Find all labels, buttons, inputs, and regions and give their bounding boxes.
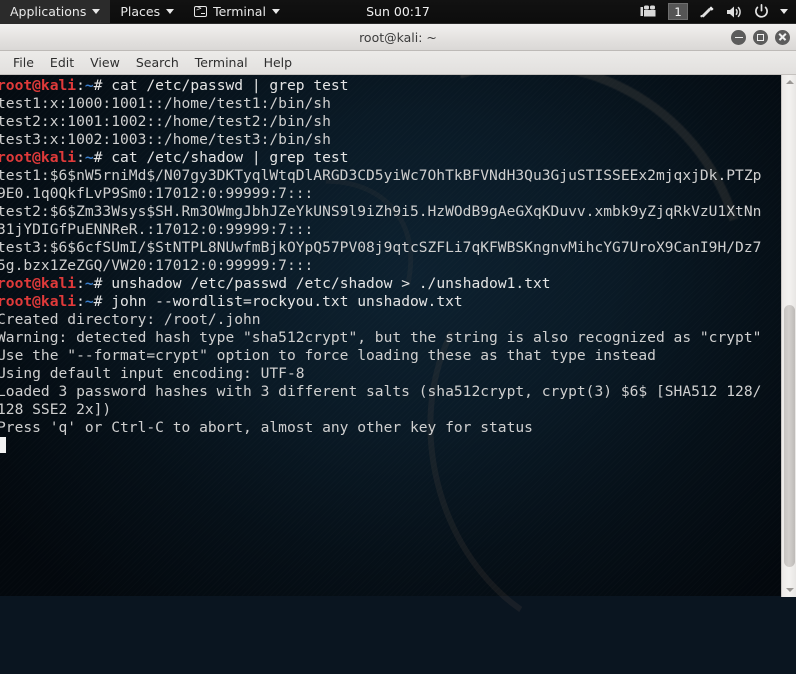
terminal-menu[interactable]: Terminal (184, 0, 290, 24)
terminal-output-line: 128 SSE2 2x]) (0, 401, 787, 419)
menu-help[interactable]: Help (256, 52, 301, 73)
terminal-body[interactable]: root@kali:~# cat /etc/passwd | grep test… (0, 75, 796, 597)
terminal-command: cat /etc/passwd | grep test (102, 77, 349, 94)
network-icon[interactable] (699, 5, 715, 19)
menu-view[interactable]: View (82, 52, 128, 73)
menu-search[interactable]: Search (128, 52, 187, 73)
volume-icon[interactable] (726, 5, 743, 19)
chevron-down-icon (92, 9, 101, 14)
prompt-path: ~ (84, 293, 94, 310)
terminal-output-text: Created directory: /root/.john (0, 311, 261, 328)
prompt-user-host: root@kali (0, 149, 77, 166)
terminal-prompt-line: root@kali:~# cat /etc/passwd | grep test (0, 77, 787, 95)
maximize-button[interactable] (753, 29, 768, 45)
applications-menu-label: Applications (10, 4, 87, 19)
chevron-down-icon (166, 9, 175, 14)
prompt-colon: : (76, 293, 85, 310)
terminal-menu-label: Terminal (213, 4, 266, 19)
terminal-command: john --wordlist=rockyou.txt unshadow.txt (102, 293, 463, 310)
terminal-output-text: test2:$6$Zm33Wsys$SH.Rm3OWmgJbhJZeYkUNS9… (0, 203, 762, 220)
window-titlebar[interactable]: root@kali: ~ (0, 24, 796, 51)
terminal-output-line: test3:x:1002:1003::/home/test3:/bin/sh (0, 131, 787, 149)
prompt-user-host: root@kali (0, 77, 77, 94)
terminal-output-line: test2:$6$Zm33Wsys$SH.Rm3OWmgJbhJZeYkUNS9… (0, 203, 787, 221)
menu-file[interactable]: File (5, 52, 42, 73)
terminal-output-text: 128 SSE2 2x]) (0, 401, 112, 418)
terminal-output-text: test3:$6$6cfSUmI/$StNTPL8NUwfmBjkOYpQ57P… (0, 239, 762, 256)
terminal-output-text: Loaded 3 password hashes with 3 differen… (0, 383, 762, 400)
window-controls (731, 24, 790, 50)
screen-recorder-icon[interactable] (640, 5, 657, 18)
terminal-output-text: Warning: detected hash type "sha512crypt… (0, 329, 762, 346)
terminal-prompt-line: root@kali:~# cat /etc/shadow | grep test (0, 149, 787, 167)
terminal-output-line: Use the "--format=crypt" option to force… (0, 347, 787, 365)
terminal-output-text: Using default input encoding: UTF-8 (0, 365, 305, 382)
terminal-output-line: Warning: detected hash type "sha512crypt… (0, 329, 787, 347)
terminal-output-line: 5g.bzx1ZeZGQ/VW20:17012:0:99999:7::: (0, 257, 787, 275)
terminal-command: cat /etc/shadow | grep test (102, 149, 349, 166)
terminal-output-text: 31jYDIGfPuENNReR.:17012:0:99999:7::: (0, 221, 314, 238)
terminal-output-line: 9E0.1q0QkfLvP9Sm0:17012:0:99999:7::: (0, 185, 787, 203)
menubar: File Edit View Search Terminal Help (0, 51, 796, 75)
terminal-prompt-line: root@kali:~# unshadow /etc/passwd /etc/s… (0, 275, 787, 293)
terminal-output-text: test2:x:1001:1002::/home/test2:/bin/sh (0, 113, 331, 130)
chevron-up-icon (785, 80, 794, 84)
terminal-output-line: 31jYDIGfPuENNReR.:17012:0:99999:7::: (0, 221, 787, 239)
terminal-output-line: Using default input encoding: UTF-8 (0, 365, 787, 383)
terminal-output-text: 9E0.1q0QkfLvP9Sm0:17012:0:99999:7::: (0, 185, 314, 202)
terminal-prompt-line: root@kali:~# john --wordlist=rockyou.txt… (0, 293, 787, 311)
terminal-scrollbar[interactable] (781, 75, 796, 597)
terminal-window: root@kali: ~ File Edit View Search Termi… (0, 24, 796, 597)
menu-terminal[interactable]: Terminal (187, 52, 256, 73)
terminal-output-text: test1:x:1000:1001::/home/test1:/bin/sh (0, 95, 331, 112)
chevron-down-icon (271, 9, 280, 14)
top-panel: Applications Places Terminal Sun 00:17 1 (0, 0, 796, 24)
prompt-path: ~ (84, 275, 94, 292)
terminal-command: unshadow /etc/passwd /etc/shadow > ./uns… (102, 275, 551, 292)
prompt-path: ~ (84, 77, 94, 94)
prompt-user-host: root@kali (0, 275, 77, 292)
prompt-user-host: root@kali (0, 293, 77, 310)
power-icon[interactable] (754, 4, 769, 19)
scrollbar-thumb[interactable] (784, 305, 795, 567)
terminal-icon (194, 4, 208, 17)
terminal-output-text: test3:x:1002:1003::/home/test3:/bin/sh (0, 131, 331, 148)
clock-label[interactable]: Sun 00:17 (366, 4, 430, 19)
terminal-output-text: 5g.bzx1ZeZGQ/VW20:17012:0:99999:7::: (0, 257, 314, 274)
terminal-cursor (0, 437, 6, 453)
places-menu[interactable]: Places (110, 0, 184, 24)
close-button[interactable] (775, 29, 790, 45)
prompt-colon: : (76, 77, 85, 94)
system-tray: 1 (640, 0, 796, 24)
prompt-colon: : (76, 275, 85, 292)
scroll-down-arrow[interactable] (782, 583, 796, 597)
terminal-output-line: test2:x:1001:1002::/home/test2:/bin/sh (0, 113, 787, 131)
prompt-colon: : (76, 149, 85, 166)
chevron-down-icon (785, 588, 794, 592)
minimize-button[interactable] (731, 29, 746, 45)
prompt-path: ~ (84, 149, 94, 166)
chevron-down-icon[interactable] (780, 9, 788, 14)
window-title: root@kali: ~ (359, 29, 437, 45)
terminal-output-line: Press 'q' or Ctrl-C to abort, almost any… (0, 419, 787, 437)
workspace-indicator-1[interactable]: 1 (668, 3, 688, 20)
menu-edit[interactable]: Edit (42, 52, 82, 73)
terminal-output-text: Use the "--format=crypt" option to force… (0, 347, 656, 364)
terminal-output-line: test1:x:1000:1001::/home/test1:/bin/sh (0, 95, 787, 113)
terminal-output-text: test1:$6$nW5rniMd$/N07gy3DKTyqlWtqDlARGD… (0, 167, 762, 184)
terminal-output-line: Loaded 3 password hashes with 3 differen… (0, 383, 787, 401)
places-menu-label: Places (120, 4, 161, 19)
applications-menu[interactable]: Applications (0, 0, 111, 24)
terminal-output-text: Press 'q' or Ctrl-C to abort, almost any… (0, 419, 533, 436)
terminal-cursor-line (0, 437, 787, 455)
terminal-output-line: test3:$6$6cfSUmI/$StNTPL8NUwfmBjkOYpQ57P… (0, 239, 787, 257)
terminal-output-line: Created directory: /root/.john (0, 311, 787, 329)
terminal-output-line: test1:$6$nW5rniMd$/N07gy3DKTyqlWtqDlARGD… (0, 167, 787, 185)
terminal-output: root@kali:~# cat /etc/passwd | grep test… (0, 77, 787, 455)
scroll-up-arrow[interactable] (782, 75, 796, 89)
